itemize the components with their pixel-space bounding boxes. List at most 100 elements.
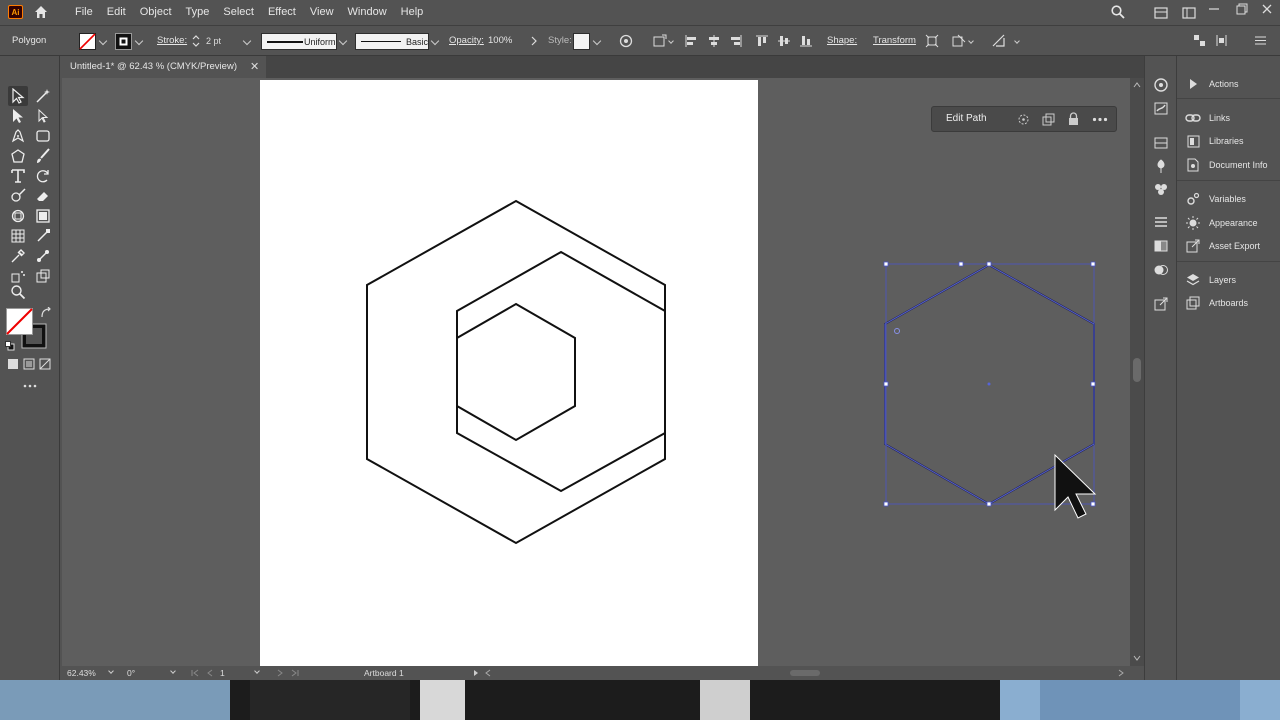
zoom-tool-icon[interactable] <box>10 284 26 300</box>
eyedropper-tool-icon[interactable] <box>10 248 26 264</box>
stroke-stepper-icon[interactable] <box>192 34 200 48</box>
artboard[interactable] <box>260 80 758 666</box>
status-menu-arrow-icon[interactable] <box>472 669 480 677</box>
paintbrush-tool-icon[interactable] <box>35 148 51 164</box>
scroll-up-icon[interactable] <box>1133 82 1141 88</box>
opacity-label[interactable]: Opacity: <box>449 35 484 46</box>
menu-help[interactable]: Help <box>394 0 431 24</box>
menu-select[interactable]: Select <box>216 0 261 24</box>
vertical-scroll-thumb[interactable] <box>1133 358 1141 382</box>
artboard-number-chevron-icon[interactable] <box>254 668 260 674</box>
brush-definition-dropdown[interactable]: Basic <box>355 33 429 50</box>
align-to-chevron-icon[interactable] <box>668 38 674 44</box>
graphic-styles-panel-icon[interactable] <box>1153 181 1169 197</box>
rotate-tool-icon[interactable] <box>35 168 51 184</box>
graphic-style-swatch[interactable] <box>573 33 590 50</box>
zoom-chevron-icon[interactable] <box>108 668 114 674</box>
selection-tool-icon[interactable] <box>10 88 26 104</box>
edit-path-button[interactable]: Edit Path <box>946 113 987 124</box>
rotation-chevron-icon[interactable] <box>170 668 176 674</box>
panel-variables[interactable]: Variables <box>1185 190 1246 208</box>
properties-panel-icon[interactable] <box>1153 77 1169 93</box>
horizontal-scroll-thumb[interactable] <box>790 670 820 676</box>
panel-asset-export[interactable]: Asset Export <box>1185 237 1260 255</box>
scroll-left-icon[interactable] <box>484 669 492 677</box>
minimize-icon[interactable] <box>1208 3 1220 15</box>
align-bottom-icon[interactable] <box>799 34 813 48</box>
type-tool-icon[interactable] <box>10 168 26 184</box>
edit-toolbar-icon[interactable] <box>23 383 37 389</box>
brushes-panel-icon[interactable] <box>1153 100 1169 116</box>
swap-fill-stroke-icon[interactable] <box>40 307 52 319</box>
transform-label[interactable]: Transform <box>873 35 916 46</box>
panel-actions[interactable]: Actions <box>1185 75 1239 93</box>
style-chevron-icon[interactable] <box>592 36 602 46</box>
magic-wand-tool-icon[interactable] <box>35 88 51 104</box>
panel-document-info[interactable]: Document Info <box>1185 156 1268 174</box>
search-icon[interactable] <box>1111 5 1125 19</box>
panel-libraries[interactable]: Libraries <box>1185 132 1244 150</box>
zoom-level[interactable]: 62.43% <box>67 668 96 678</box>
direct-selection-tool-icon[interactable] <box>10 108 26 124</box>
restore-icon[interactable] <box>1236 3 1248 15</box>
opacity-arrow-icon[interactable] <box>530 36 538 46</box>
rotation-value[interactable]: 0° <box>127 668 135 678</box>
shape-options-chevron-icon[interactable] <box>968 38 974 44</box>
document-tab[interactable]: Untitled-1* @ 62.43 % (CMYK/Preview) ✕ <box>62 56 266 78</box>
brush-chevron-icon[interactable] <box>430 36 440 46</box>
free-transform-tool-icon[interactable] <box>10 208 26 224</box>
artboard-next-last-icon[interactable] <box>270 669 300 677</box>
panel-menu-icon[interactable] <box>1254 34 1267 47</box>
default-fill-stroke-icon[interactable] <box>5 341 15 351</box>
align-right-icon[interactable] <box>729 34 743 48</box>
color-guide-panel-icon[interactable] <box>1153 135 1169 151</box>
workspace-switcher-icon[interactable] <box>1154 6 1168 20</box>
shape-builder-options-icon[interactable] <box>952 34 966 48</box>
shaper-tool-icon[interactable] <box>10 188 26 204</box>
align-center-vertical-icon[interactable] <box>777 34 791 48</box>
artboard-first-prev-icon[interactable] <box>190 669 220 677</box>
transparency-panel-icon[interactable] <box>1153 262 1169 278</box>
scroll-right-icon[interactable] <box>1117 669 1125 677</box>
menu-file[interactable]: File <box>68 0 100 24</box>
duplicate-icon[interactable] <box>1042 113 1055 126</box>
mesh-tool-icon[interactable] <box>10 228 26 244</box>
fill-none-swatch[interactable] <box>79 33 96 50</box>
stroke-panel-icon[interactable] <box>1153 214 1169 230</box>
more-options-icon[interactable] <box>1092 117 1108 122</box>
stroke-swatch[interactable] <box>115 33 132 50</box>
artboard-tool-icon[interactable] <box>35 208 51 224</box>
recolor-artwork-icon[interactable] <box>619 34 633 48</box>
blend-tool-icon[interactable] <box>35 248 51 264</box>
panel-artboards[interactable]: Artboards <box>1185 294 1248 312</box>
isolate-icon[interactable] <box>992 34 1006 48</box>
stroke-dropdown-chevron-icon[interactable] <box>134 36 144 46</box>
arrange-panel-icon[interactable] <box>1193 34 1206 47</box>
panel-appearance[interactable]: Appearance <box>1185 214 1258 232</box>
group-selection-tool-icon[interactable] <box>35 108 51 124</box>
gradient-panel-icon[interactable] <box>1153 238 1169 254</box>
panel-links[interactable]: Links <box>1185 109 1230 127</box>
menu-object[interactable]: Object <box>133 0 179 24</box>
close-tab-icon[interactable]: ✕ <box>250 60 259 73</box>
profile-chevron-icon[interactable] <box>338 36 348 46</box>
menu-effect[interactable]: Effect <box>261 0 303 24</box>
export-panel-icon[interactable] <box>1153 296 1169 312</box>
transform-again-icon[interactable] <box>1017 113 1030 126</box>
rectangle-tool-icon[interactable] <box>35 128 51 144</box>
symbol-sprayer-tool-icon[interactable] <box>10 268 26 284</box>
polygon-tool-icon[interactable] <box>10 148 26 164</box>
variable-width-profile-dropdown[interactable]: Uniform <box>261 33 337 50</box>
stroke-label[interactable]: Stroke: <box>157 35 187 46</box>
menu-edit[interactable]: Edit <box>100 0 133 24</box>
color-mode-icon[interactable] <box>7 358 19 370</box>
pen-tool-icon[interactable] <box>10 128 26 144</box>
scroll-down-icon[interactable] <box>1133 655 1141 661</box>
align-to-icon[interactable] <box>653 34 667 48</box>
symbols-panel-icon[interactable] <box>1153 158 1169 174</box>
opacity-value[interactable]: 100% <box>488 35 512 46</box>
none-mode-icon[interactable] <box>39 358 51 370</box>
lock-icon[interactable] <box>1067 112 1080 126</box>
vertical-scrollbar[interactable] <box>1130 78 1144 666</box>
artboard-number[interactable]: 1 <box>220 668 225 678</box>
